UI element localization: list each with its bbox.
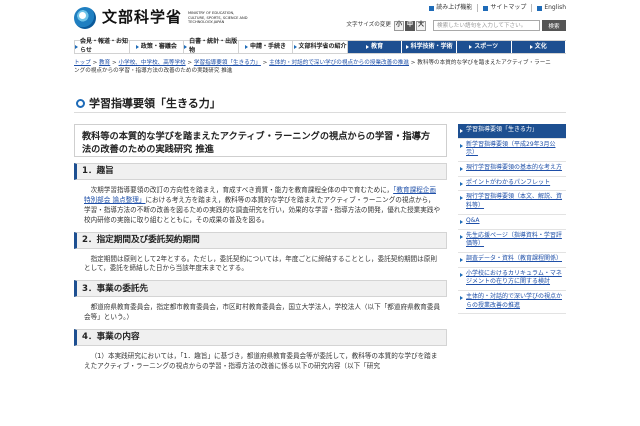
font-size-medium-button[interactable]: 中	[405, 20, 415, 31]
gnav-sports[interactable]: スポーツ	[456, 41, 512, 53]
font-size-label: 文字サイズの変更	[346, 22, 391, 29]
page-title-text: 学習指導要領「生きる力」	[89, 96, 221, 110]
divider	[477, 4, 479, 13]
side-item-new-guidelines[interactable]: 新学習指導要領（平成29年3月公示）	[458, 139, 566, 163]
side-item-curriculum-management[interactable]: 小学校におけるカリキュラム・マネジメントの在り方に関する検討	[458, 268, 566, 291]
logo-subtitle: MINISTRY OF EDUCATION, CULTURE, SPORTS, …	[188, 10, 248, 25]
section-body-purpose: 次期学習指導要領の改訂の方向性を踏まえ，育成すべき資質・能力を教育課程全体の中で…	[84, 186, 441, 224]
gnav-press[interactable]: 会見・報道・お知らせ	[74, 38, 130, 54]
section-heading-period: 2．指定期間及び委託契約期間	[74, 231, 447, 249]
gnav-about[interactable]: 文部科学省の紹介	[293, 41, 348, 53]
gnav-application[interactable]: 申請・手続き	[239, 41, 294, 53]
side-item-pamphlet[interactable]: ポイントがわかるパンフレット	[458, 177, 566, 192]
english-link[interactable]: English	[537, 4, 566, 13]
main-content: 教科等の本質的な学びを踏まえたアクティブ・ラーニングの視点からの学習・指導方法の…	[74, 124, 447, 372]
breadcrumb-schools[interactable]: 小学校、中学校、高等学校	[119, 60, 186, 66]
font-size-large-button[interactable]: 大	[416, 20, 426, 31]
logo-text: 文部科学省	[102, 8, 183, 27]
section-heading-contractor: 3．事業の委託先	[74, 280, 447, 298]
mext-logo-icon	[74, 7, 96, 29]
breadcrumb: トップ > 教育 > 小学校、中学校、高等学校 > 学習指導要領「生きる力」 >…	[74, 60, 551, 74]
breadcrumb-current-b: ングの視点からの学習・指導方法の改善のための実践研究 推進	[74, 67, 233, 74]
section-heading-purpose: 1．趣旨	[74, 163, 447, 180]
section-body-contractor: 都道府県教育委員会，指定都市教育委員会，市区町村教育委員会，国立大学法人，学校法…	[84, 303, 441, 322]
gnav-culture[interactable]: 文化	[511, 41, 567, 53]
font-size-small-button[interactable]: 小	[394, 20, 404, 31]
sitemap-link[interactable]: サイトマップ	[483, 4, 526, 13]
breadcrumb-lesson-improvement[interactable]: 主体的・対話的で深い学びの視点からの授業改善の推進	[269, 60, 409, 66]
breadcrumb-current-a: 教科等の本質的な学びを踏まえたアクティブ・ラーニ	[417, 60, 551, 66]
side-item-basic-idea[interactable]: 現行学習指導要領の基本的な考え方	[458, 162, 566, 177]
read-aloud-link[interactable]: 読み上げ機能	[429, 4, 472, 13]
breadcrumb-ikiru-chikara[interactable]: 学習指導要領「生きる力」	[194, 60, 261, 66]
gnav-whitepaper[interactable]: 白書・統計・出版物	[184, 38, 239, 54]
site-logo[interactable]: 文部科学省 MINISTRY OF EDUCATION, CULTURE, SP…	[74, 7, 250, 29]
square-bullet-icon	[537, 5, 543, 11]
global-nav: 会見・報道・お知らせ 政策・審議会 白書・統計・出版物 申請・手続き 文部科学省…	[74, 38, 567, 54]
section-heading-content: 4．事業の内容	[74, 329, 447, 347]
utility-links: 読み上げ機能 サイトマップ English	[429, 4, 566, 13]
side-item-current-guidelines[interactable]: 現行学習指導要領（本文、解説、資料等）	[458, 191, 566, 215]
document-title: 教科等の本質的な学びを踏まえたアクティブ・ラーニングの視点からの学習・指導方法の…	[74, 124, 447, 157]
gnav-policy[interactable]: 政策・審議会	[130, 41, 185, 53]
section-body-content: （1）本実践研究においては，「1．趣旨」に基づき，都道府県教育委員会等が委託して…	[84, 352, 438, 371]
circle-bullet-icon	[76, 99, 85, 108]
square-bullet-icon	[483, 5, 489, 11]
search-input[interactable]	[433, 20, 540, 31]
side-item-survey-data[interactable]: 調査データ・資料（教育課程関係）	[458, 253, 566, 268]
gnav-science[interactable]: 科学技術・学術	[402, 41, 457, 53]
breadcrumb-top[interactable]: トップ	[74, 60, 91, 66]
side-item-qa[interactable]: Q&A	[458, 215, 566, 230]
site-header: 文部科学省 MINISTRY OF EDUCATION, CULTURE, SP…	[0, 0, 640, 40]
side-item-ikiru-chikara[interactable]: 学習指導要領「生きる力」	[458, 124, 566, 139]
square-bullet-icon	[429, 5, 435, 11]
side-item-lesson-improvement[interactable]: 主体的・対話的で深い学びの視点からの授業改善の推進	[458, 291, 566, 315]
divider	[531, 4, 533, 13]
side-item-teacher-support[interactable]: 先生応援ページ（指導資料・学習評価等）	[458, 230, 566, 253]
search-button[interactable]: 検索	[542, 20, 566, 31]
side-menu: 学習指導要領「生きる力」 新学習指導要領（平成29年3月公示） 現行学習指導要領…	[458, 124, 566, 315]
gnav-education[interactable]: 教育	[347, 41, 403, 53]
header-tools: 文字サイズの変更 小 中 大 検索	[346, 20, 566, 31]
breadcrumb-education[interactable]: 教育	[99, 60, 110, 66]
page-title: 学習指導要領「生きる力」	[74, 95, 566, 113]
section-body-period: 指定期間は原則として2年とする。ただし，委託契約については，年度ごとに締結するこ…	[84, 254, 437, 273]
